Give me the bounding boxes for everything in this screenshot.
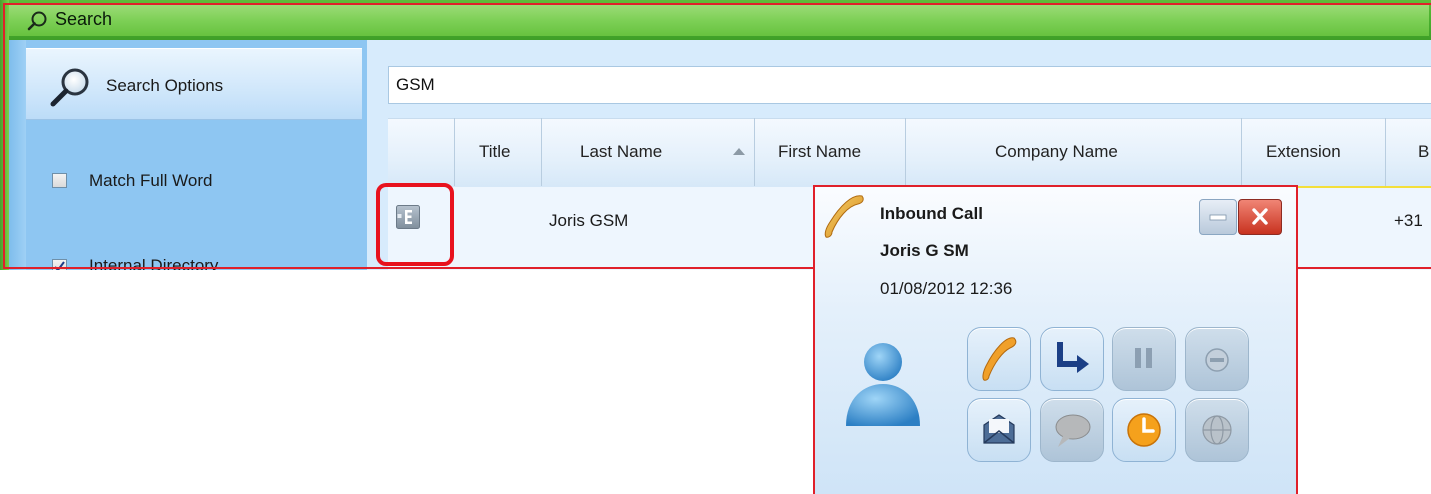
column-separator[interactable]: [1241, 118, 1242, 186]
column-header-company-name[interactable]: Company Name: [995, 142, 1118, 162]
window-frame-left: [0, 0, 9, 270]
column-header-partial[interactable]: B: [1418, 142, 1429, 162]
title-bar-inner: [9, 3, 1429, 36]
sort-ascending-icon: [733, 148, 745, 155]
call-status-title: Inbound Call: [880, 204, 983, 223]
sidebar-strip: [9, 40, 26, 270]
match-full-word-checkbox[interactable]: [52, 173, 67, 188]
transfer-arrow-icon: [1057, 342, 1089, 373]
window-title: Search: [55, 9, 113, 29]
transfer-button[interactable]: [1040, 327, 1104, 391]
reminder-button[interactable]: [1112, 398, 1176, 462]
close-icon: [1252, 208, 1268, 225]
column-separator[interactable]: [454, 118, 455, 186]
title-bar[interactable]: [0, 0, 1431, 40]
phone-cell: +31: [1394, 211, 1423, 230]
column-separator[interactable]: [541, 118, 542, 186]
close-button[interactable]: [1238, 199, 1282, 235]
clock-reminder-icon: [1127, 413, 1161, 447]
minimize-icon: [1209, 214, 1227, 221]
column-separator[interactable]: [1385, 118, 1386, 186]
highlight-annotation: [376, 183, 454, 266]
column-header-last-name[interactable]: Last Name: [580, 142, 662, 162]
answer-button[interactable]: [967, 327, 1031, 391]
search-options-label: Search Options: [106, 76, 224, 95]
column-header-first-name[interactable]: First Name: [778, 142, 861, 162]
email-icon: [983, 414, 1015, 444]
hangup-button[interactable]: [1185, 327, 1249, 391]
answer-handset-icon: [982, 337, 1017, 381]
minimize-button[interactable]: [1199, 199, 1237, 235]
internal-directory-checkbox[interactable]: [52, 259, 67, 270]
hold-button[interactable]: [1112, 327, 1176, 391]
hangup-icon: [1205, 348, 1229, 372]
web-button[interactable]: [1185, 398, 1249, 462]
match-full-word-label: Match Full Word: [89, 171, 213, 190]
column-separator[interactable]: [905, 118, 906, 186]
email-button[interactable]: [967, 398, 1031, 462]
column-header-title[interactable]: Title: [479, 142, 511, 162]
globe-icon: [1202, 415, 1232, 445]
internal-directory-label: Internal Directory: [89, 256, 219, 270]
hold-pause-icon: [1135, 348, 1152, 368]
search-input[interactable]: [388, 66, 1431, 104]
contact-avatar-icon: [846, 343, 920, 426]
search-icon: [27, 11, 47, 31]
magnifier-icon: [50, 68, 89, 107]
chat-button[interactable]: [1040, 398, 1104, 462]
call-datetime: 01/08/2012 12:36: [880, 279, 1013, 298]
caller-name: Joris G SM: [880, 241, 969, 260]
checkmark-icon: [54, 261, 65, 270]
column-separator[interactable]: [754, 118, 755, 186]
handset-icon: [824, 195, 864, 238]
last-name-cell: Joris GSM: [549, 211, 629, 230]
column-header-extension[interactable]: Extension: [1266, 142, 1341, 162]
chat-bubble-icon: [1055, 414, 1091, 447]
